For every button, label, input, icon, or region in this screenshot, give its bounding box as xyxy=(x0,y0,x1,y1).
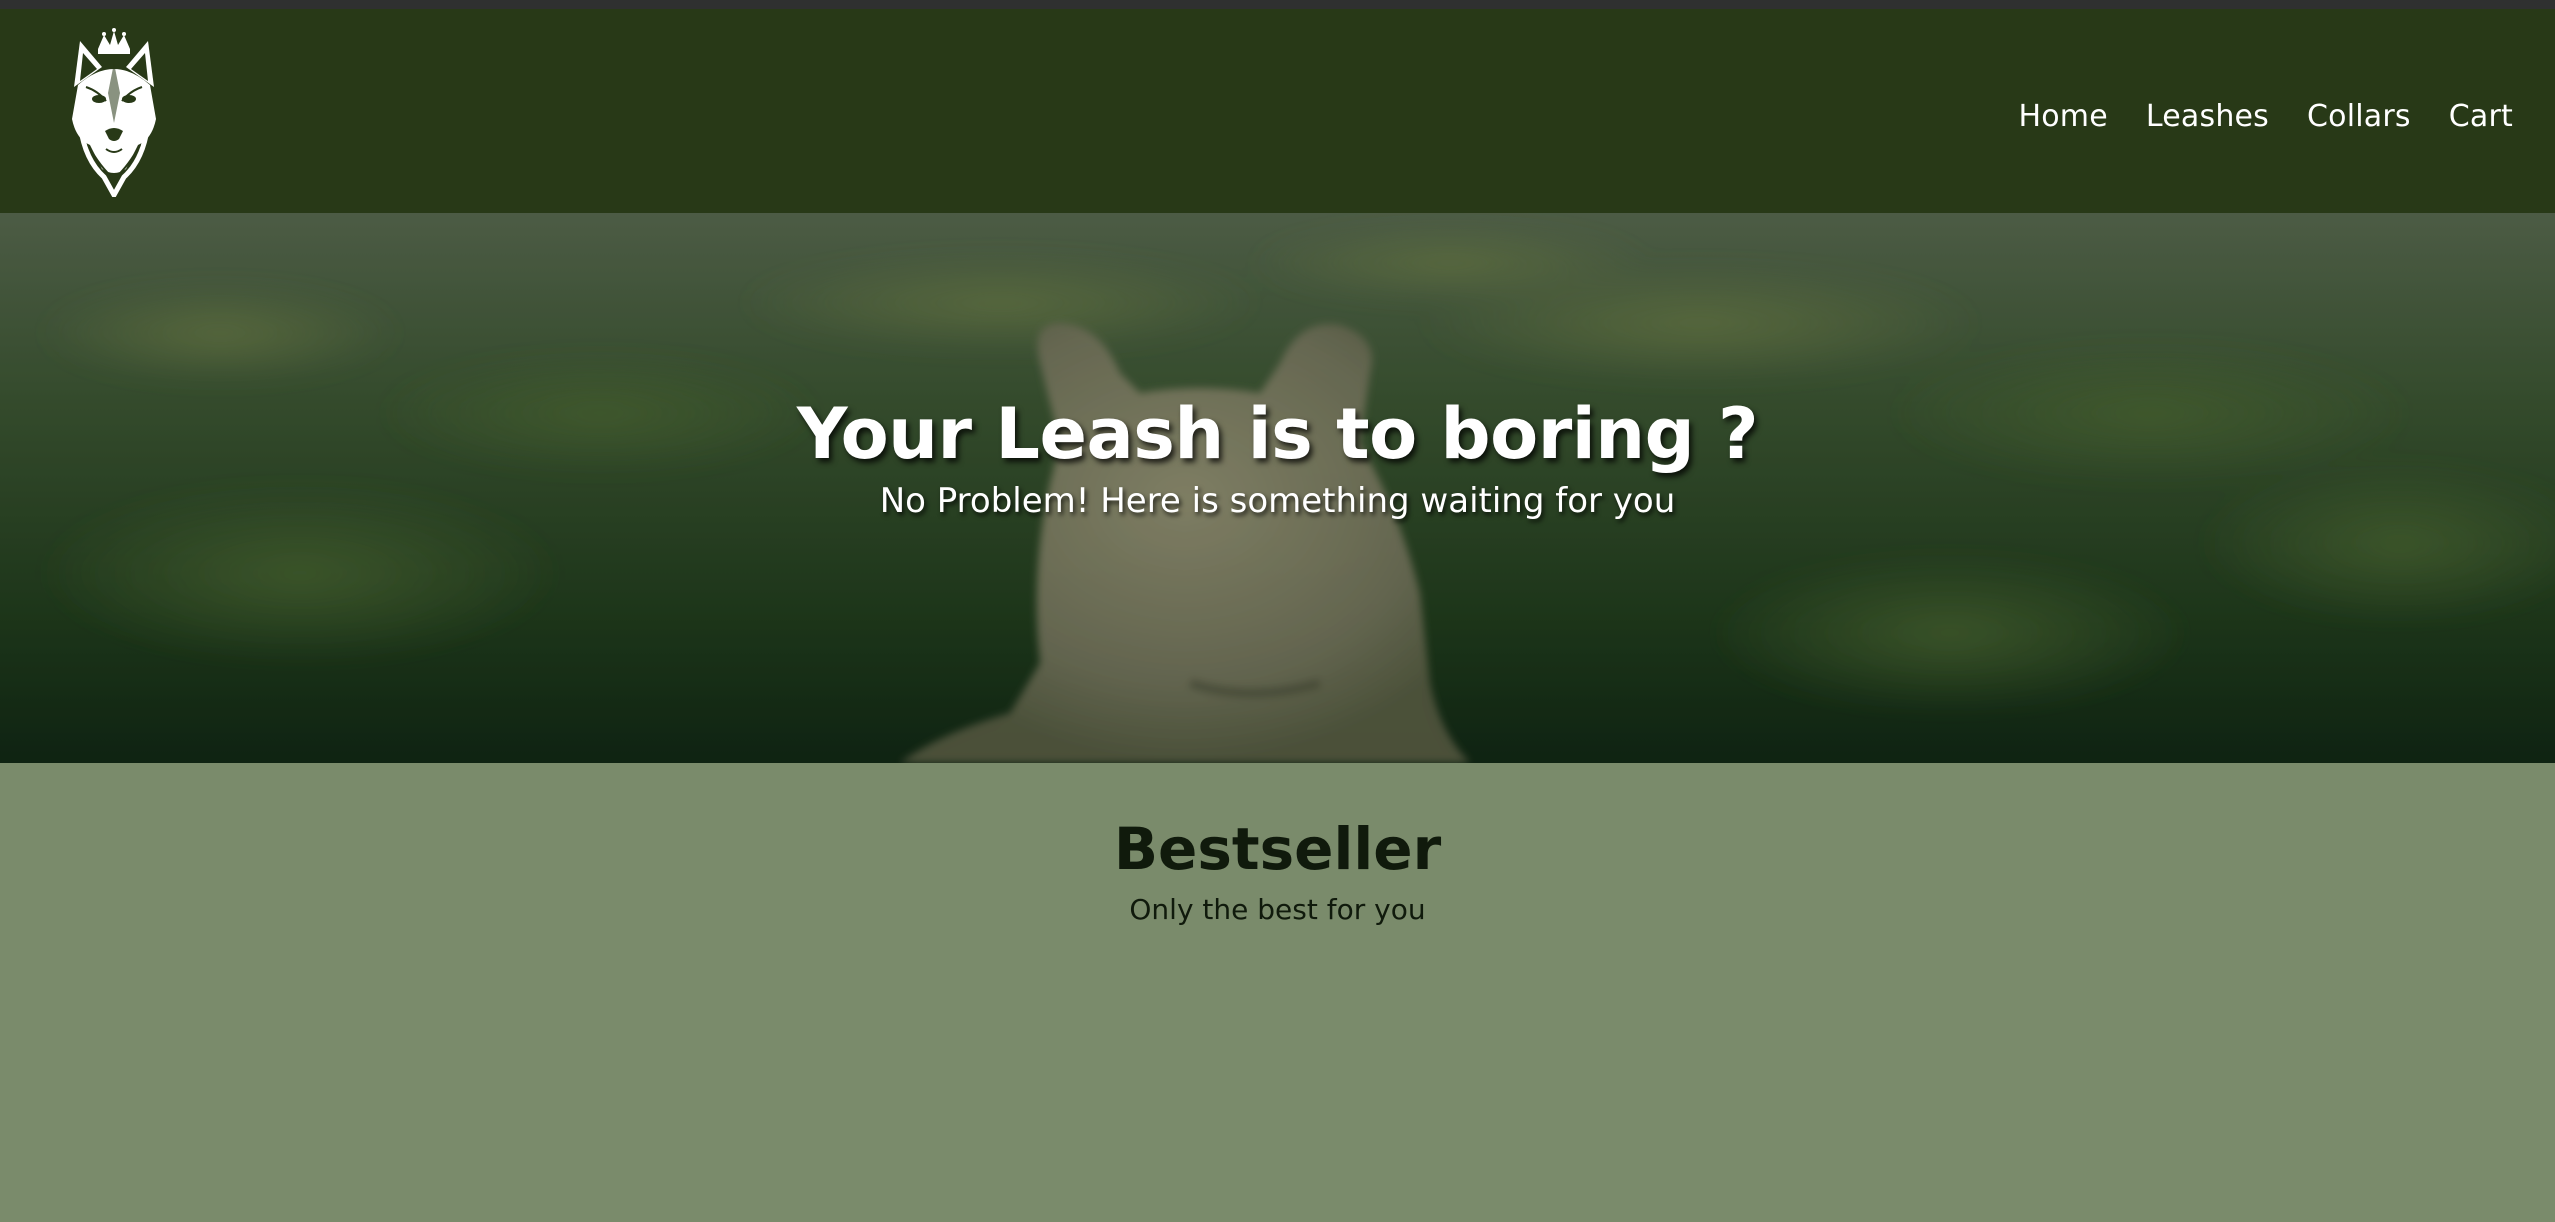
nav-leashes[interactable]: Leashes xyxy=(2146,99,2269,134)
main-nav: Home Leashes Collars Cart xyxy=(2018,99,2513,134)
page: Home Leashes Collars Cart Your Leash is … xyxy=(0,0,2555,1222)
hero-title: Your Leash is to boring ? xyxy=(796,393,1759,475)
hero-subtitle: No Problem! Here is something waiting fo… xyxy=(879,481,1676,521)
site-header: Home Leashes Collars Cart xyxy=(0,9,2555,213)
logo[interactable] xyxy=(64,27,164,201)
nav-home[interactable]: Home xyxy=(2018,99,2107,134)
crowned-dog-head-icon xyxy=(72,28,156,201)
nav-cart[interactable]: Cart xyxy=(2449,99,2513,134)
hero-banner: Your Leash is to boring ? No Problem! He… xyxy=(0,213,2555,763)
bestseller-subtitle: Only the best for you xyxy=(1129,893,1426,926)
nav-collars[interactable]: Collars xyxy=(2307,99,2411,134)
browser-top-strip xyxy=(0,0,2555,9)
bestseller-title: Bestseller xyxy=(1113,815,1442,883)
bestseller-section: Bestseller Only the best for you xyxy=(0,763,2555,1222)
